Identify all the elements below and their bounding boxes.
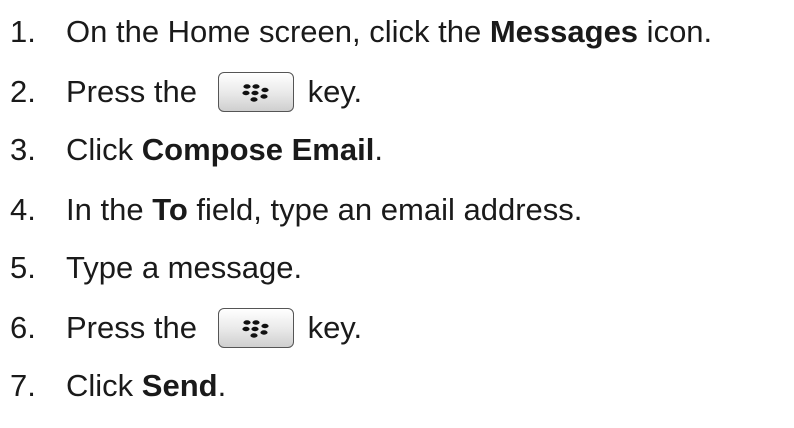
step-text: On the Home screen, click the Messages i…	[66, 14, 712, 50]
step-number: 3.	[10, 132, 36, 167]
step-text-post: .	[374, 132, 383, 167]
step-text-pre: On the Home screen, click the	[66, 14, 490, 49]
step-text-bold: Messages	[489, 14, 639, 49]
step-text-post: icon.	[638, 14, 713, 49]
step-text: In the To field, type an email address.	[66, 192, 582, 228]
step-number: 5.	[10, 250, 36, 285]
step-text-post: .	[217, 368, 227, 403]
step-text-pre: Type a message.	[66, 250, 303, 285]
step-text: Click Compose Email .	[66, 132, 383, 168]
step-number: 2.	[10, 74, 36, 109]
step-text-bold: Compose Email	[141, 132, 375, 167]
step-5: 5. Type a message.	[10, 240, 302, 296]
blackberry-menu-key-icon	[217, 308, 294, 348]
step-number: 7.	[10, 368, 36, 403]
step-1: 1. On the Home screen, click the Message…	[10, 4, 712, 60]
blackberry-menu-key-icon	[217, 72, 294, 112]
step-text-bold: Send	[141, 368, 218, 403]
step-text-pre: Press the	[66, 310, 206, 345]
step-text: Press the key.	[66, 308, 362, 348]
step-4: 4. In the To field, type an email addres…	[10, 182, 582, 238]
step-3: 3. Click Compose Email .	[10, 122, 383, 178]
step-text: Type a message.	[66, 250, 302, 286]
step-7: 7. Click Send .	[10, 358, 226, 414]
step-text-pre: Click	[66, 368, 142, 403]
step-text-post: field, type an email address.	[187, 192, 583, 227]
step-6: 6. Press the key.	[10, 300, 362, 356]
step-text-pre: Click	[66, 132, 142, 167]
step-text: Click Send .	[66, 368, 226, 404]
step-text-post: key.	[307, 74, 363, 109]
step-number: 1.	[10, 14, 36, 49]
step-number: 6.	[10, 310, 36, 345]
step-text-bold: To	[152, 192, 188, 227]
step-text-post: key.	[307, 310, 363, 345]
instruction-steps: 1. On the Home screen, click the Message…	[0, 0, 794, 428]
step-text: Press the key.	[66, 72, 362, 112]
step-text-pre: In the	[66, 192, 153, 227]
step-number: 4.	[10, 192, 36, 227]
step-text-pre: Press the	[66, 74, 206, 109]
step-2: 2. Press the key.	[10, 64, 362, 120]
